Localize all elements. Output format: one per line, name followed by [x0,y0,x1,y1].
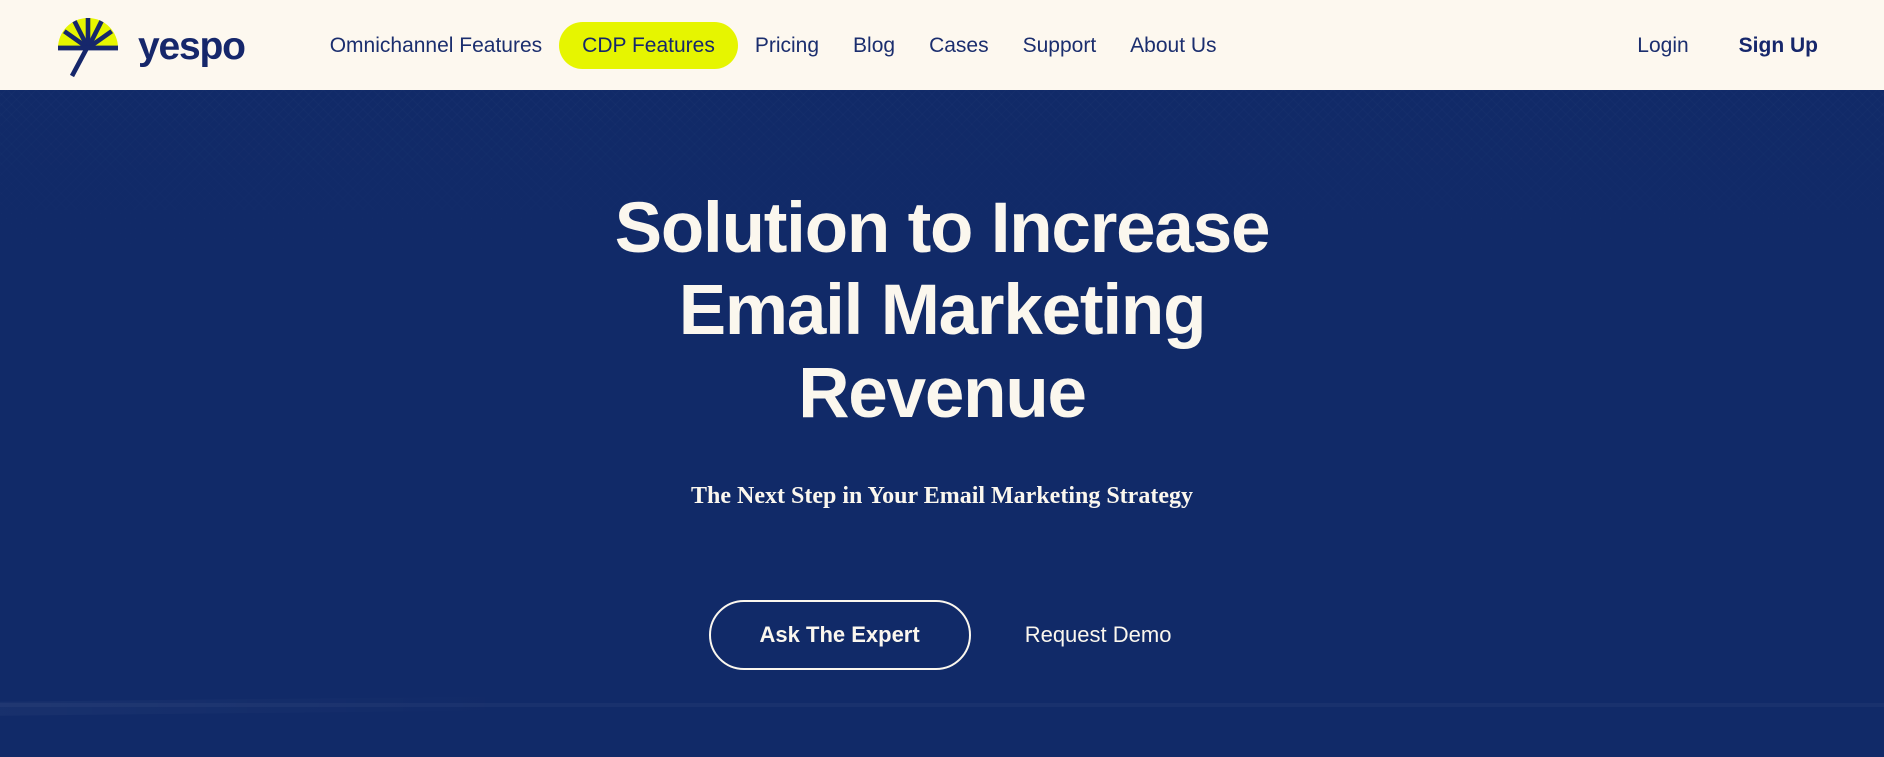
hero-decorative-band [0,703,1884,707]
login-link[interactable]: Login [1637,35,1688,56]
hero-subtitle: The Next Step in Your Email Marketing St… [691,483,1193,510]
primary-nav: Omnichannel Features CDP Features Pricin… [313,21,1638,69]
nav-item-support[interactable]: Support [1006,24,1114,67]
nav-item-cdp-features[interactable]: CDP Features [559,21,738,69]
auth-actions: Login Sign Up [1637,35,1838,56]
hero-section: Solution to Increase Email Marketing Rev… [0,90,1884,757]
yespo-fan-logo-icon [52,12,124,78]
site-header: yespo Omnichannel Features CDP Features … [0,0,1884,90]
nav-item-blog[interactable]: Blog [836,24,912,67]
hero-title: Solution to Increase Email Marketing Rev… [614,189,1271,433]
ask-the-expert-button[interactable]: Ask The Expert [708,599,971,670]
signup-button[interactable]: Sign Up [1739,35,1818,56]
hero-decorative-streak [0,696,520,716]
nav-item-pricing[interactable]: Pricing [738,24,836,67]
request-demo-button[interactable]: Request Demo [1021,602,1176,668]
brand-logo-link[interactable]: yespo [52,12,246,78]
hero-cta-group: Ask The Expert Request Demo [708,599,1176,670]
nav-item-cases[interactable]: Cases [912,24,1006,67]
brand-wordmark: yespo [138,24,246,68]
nav-item-omnichannel-features[interactable]: Omnichannel Features [313,24,559,67]
nav-item-about-us[interactable]: About Us [1113,24,1233,67]
